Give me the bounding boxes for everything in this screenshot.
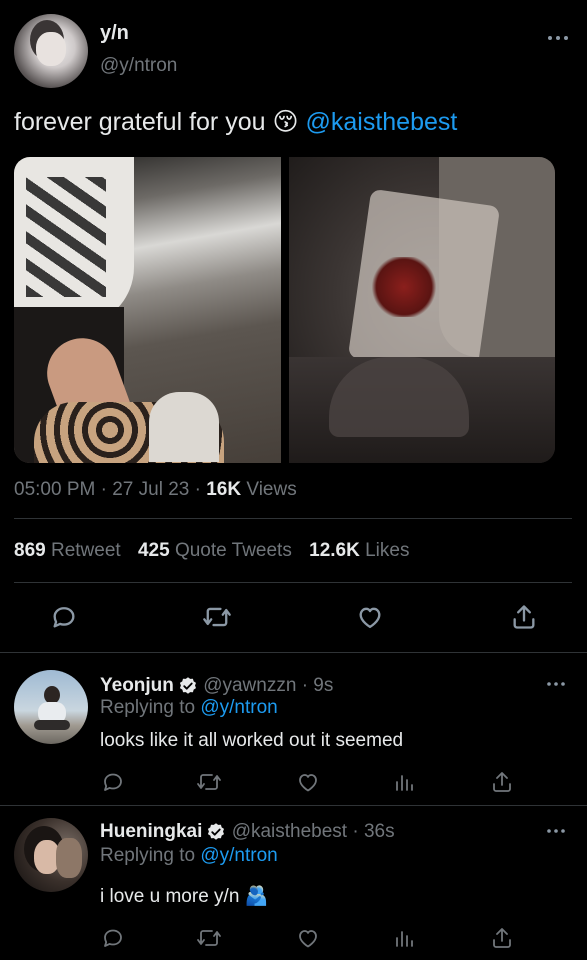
reply-author-handle[interactable]: @yawnzzn: [203, 675, 296, 696]
reply-author-name[interactable]: Yeonjun: [100, 675, 174, 696]
likes-label: Likes: [365, 540, 410, 561]
replying-to-line: Replying to @y/ntron: [100, 845, 278, 867]
heart-icon: [359, 607, 381, 629]
quotes-label: Quote Tweets: [174, 540, 292, 561]
views-count: 16K: [206, 479, 242, 500]
retweets-stat[interactable]: 869 Retweet: [14, 540, 126, 561]
verified-badge-icon: [208, 823, 225, 840]
avatar[interactable]: [14, 670, 88, 744]
views-label: Views: [246, 479, 297, 500]
quotes-count: 425: [137, 540, 170, 561]
analytics-icon: [396, 931, 413, 947]
reply-action-share[interactable]: [490, 926, 514, 950]
replying-to-handle[interactable]: @y/ntron: [200, 697, 277, 718]
reply-action-analytics[interactable]: [393, 770, 417, 794]
replying-to-handle[interactable]: @y/ntron: [200, 845, 277, 866]
reply-text: looks like it all worked out it seemed: [100, 730, 404, 751]
reply-action-reply[interactable]: [101, 770, 125, 794]
more-horizontal-icon: [547, 829, 565, 833]
divider: [14, 582, 572, 583]
retweet-icon: [203, 607, 231, 627]
reply-tweet[interactable]: Hueningkai @kaisthebest · 36s Replying t…: [0, 806, 587, 960]
replying-to-line: Replying to @y/ntron: [100, 697, 278, 719]
verified-badge-icon: [179, 677, 196, 694]
reply-action-like[interactable]: [296, 770, 320, 794]
reply-author-handle[interactable]: @kaisthebest: [232, 821, 347, 842]
reply-action-like[interactable]: [296, 926, 320, 950]
tweet-photo-flowers[interactable]: [289, 157, 555, 463]
more-options-button[interactable]: [546, 826, 566, 836]
reply-icon: [104, 929, 122, 947]
more-options-button[interactable]: [546, 679, 566, 689]
reply-tweet[interactable]: Yeonjun @yawnzzn · 9s Replying to @y/ntr…: [0, 653, 587, 805]
reply-header: Hueningkai @kaisthebest · 36s: [100, 821, 395, 843]
reply-icon: [104, 773, 122, 791]
tweet-date[interactable]: 27 Jul 23: [112, 479, 189, 500]
reply-button[interactable]: [50, 603, 78, 631]
tweet-timestamp-line: 05:00 PM · 27 Jul 23 · 16K Views: [14, 479, 297, 501]
reply-action-analytics[interactable]: [393, 926, 417, 950]
reply-icon: [53, 607, 75, 628]
heart-icon: [299, 774, 317, 792]
reply-time[interactable]: 9s: [313, 675, 333, 696]
author-handle[interactable]: @y/ntron: [100, 55, 177, 77]
avatar[interactable]: [14, 818, 88, 892]
quotes-stat[interactable]: 425 Quote Tweets: [138, 540, 297, 561]
share-icon: [513, 605, 535, 629]
replying-to-label: Replying to: [100, 697, 196, 718]
reply-action-share[interactable]: [490, 770, 514, 794]
author-name[interactable]: y/n: [100, 22, 129, 45]
likes-stat[interactable]: 12.6K Likes: [309, 540, 409, 561]
separator: ·: [352, 821, 359, 842]
divider: [14, 518, 572, 519]
author-avatar[interactable]: [14, 14, 88, 88]
retweet-icon: [197, 930, 221, 946]
main-tweet: y/n @y/ntron forever grateful for you 😚 …: [0, 0, 587, 652]
share-button[interactable]: [510, 603, 538, 631]
reply-author-name[interactable]: Hueningkai: [100, 821, 202, 842]
retweet-icon: [197, 774, 221, 790]
tweet-photo-beach[interactable]: [14, 157, 281, 463]
tweet-stats: 869 Retweet 425 Quote Tweets 12.6K Likes: [14, 540, 409, 562]
heart-icon: [299, 930, 317, 948]
analytics-icon: [396, 775, 413, 791]
reply-action-reply[interactable]: [101, 926, 125, 950]
reply-action-retweet[interactable]: [196, 770, 222, 794]
more-horizontal-icon: [547, 682, 565, 686]
separator: ·: [100, 479, 107, 500]
separator: ·: [194, 479, 201, 500]
share-icon: [493, 772, 511, 792]
reply-time[interactable]: 36s: [364, 821, 395, 842]
tweet-body: forever grateful for you 😚: [14, 108, 299, 136]
reply-action-retweet[interactable]: [196, 926, 222, 950]
more-options-button[interactable]: [546, 32, 570, 44]
replying-to-label: Replying to: [100, 845, 196, 866]
tweet-mention[interactable]: @kaisthebest: [305, 108, 457, 136]
tweet-text: forever grateful for you 😚 @kaisthebest: [14, 107, 457, 137]
retweets-count: 869: [14, 540, 46, 561]
tweet-time[interactable]: 05:00 PM: [14, 479, 95, 500]
like-button[interactable]: [356, 603, 384, 631]
retweets-label: Retweet: [50, 540, 121, 561]
likes-count: 12.6K: [309, 540, 360, 561]
reply-text: i love u more y/n 🫂: [100, 886, 269, 907]
retweet-button[interactable]: [202, 603, 232, 631]
reply-header: Yeonjun @yawnzzn · 9s: [100, 675, 333, 697]
separator: ·: [301, 675, 309, 696]
more-horizontal-icon: [548, 36, 568, 40]
share-icon: [493, 928, 511, 948]
